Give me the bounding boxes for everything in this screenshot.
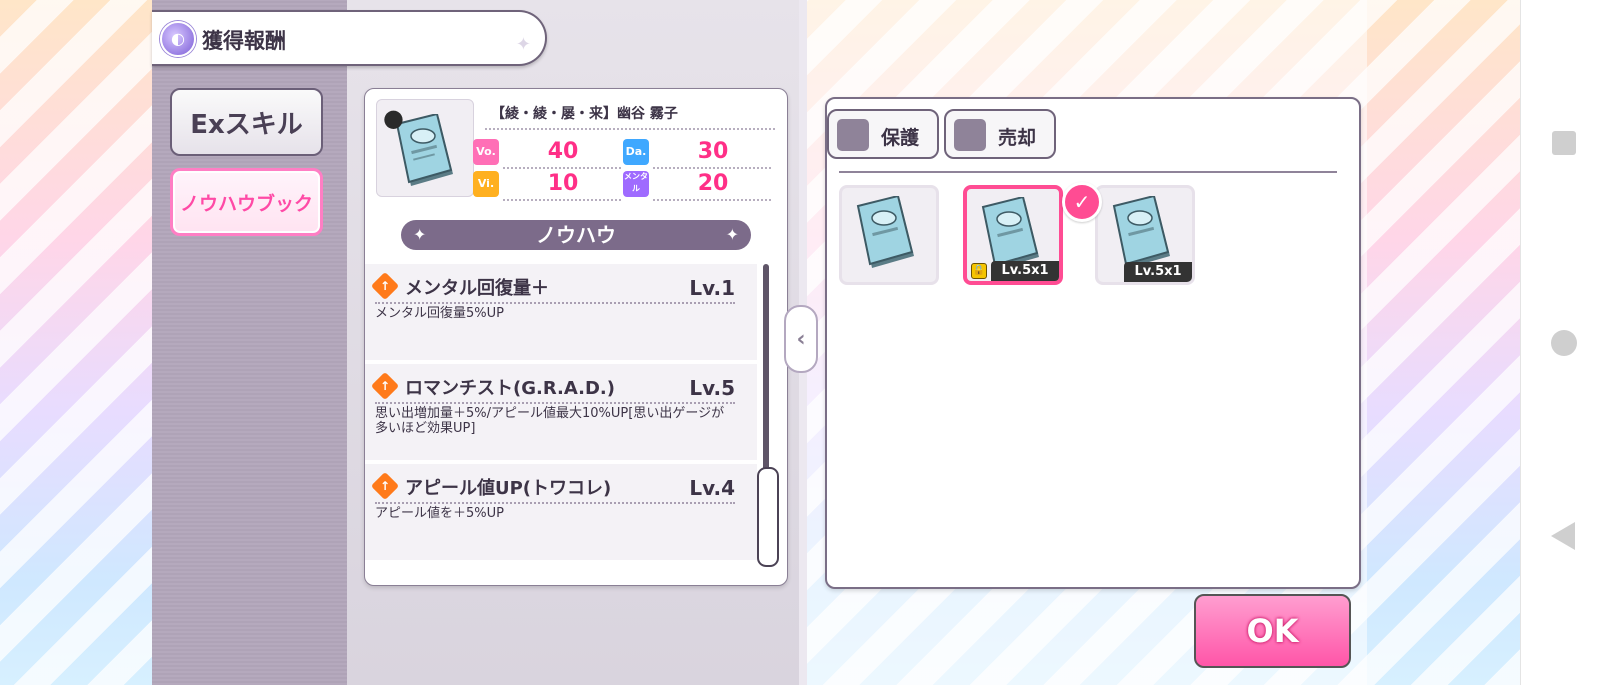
skill-up-icon: ↑ — [370, 371, 400, 401]
sell-filter-button[interactable]: 売却 — [944, 109, 1056, 159]
mental-badge: メンタル — [623, 171, 649, 197]
knowhow-book-thumbnail: ● — [376, 99, 474, 197]
stat-vocal: Vo. 40 — [473, 137, 623, 169]
skill-divider — [375, 402, 735, 404]
knowhow-header-label: ノウハウ — [536, 223, 616, 247]
vocal-value: 40 — [547, 139, 579, 164]
stat-dance: Da. 30 — [623, 137, 773, 169]
skill-description: 思い出増加量＋5%/アピール値最大10%UP[思い出ゲージが多いほど効果UP] — [375, 406, 725, 436]
chevron-left-icon: ‹ — [796, 326, 806, 352]
back-button[interactable] — [1549, 522, 1579, 550]
skill-item: ↑ ロマンチスト(G.R.A.D.) Lv.5 思い出増加量＋5%/アピール値最… — [365, 364, 757, 460]
knowhow-book-icon — [856, 196, 914, 268]
book-selection-panel: 保護 売却 🔒 Lv.5x1 Lv.5x1 — [825, 97, 1361, 589]
book-item[interactable]: 🔒 Lv.5x1 — [963, 185, 1063, 285]
ok-button[interactable]: OK — [1194, 594, 1351, 668]
skill-divider — [375, 302, 735, 304]
detail-card: ● 【綾・綾・屡・来】幽谷 霧子 Vo. 40 Da. 30 Vi. 10 メン… — [364, 88, 788, 586]
stat-underline — [503, 199, 621, 201]
home-button[interactable] — [1549, 328, 1579, 358]
scrollbar-thumb[interactable] — [757, 467, 779, 567]
knowhow-book-icon — [1112, 196, 1170, 268]
skill-head: ↑ アピール値UP(トワコレ) Lv.4 — [370, 471, 735, 501]
sell-label: 売却 — [998, 127, 1037, 149]
visual-badge: Vi. — [473, 171, 499, 197]
knowhow-section-header: ✦ ノウハウ ✦ — [401, 220, 751, 250]
idol-title: 【綾・綾・屡・来】幽谷 霧子 — [491, 106, 678, 122]
dance-badge: Da. — [623, 139, 649, 165]
skill-list[interactable]: ↑ メンタル回復量＋ Lv.1 メンタル回復量5%UP ↑ ロマンチスト(G.R… — [365, 264, 757, 584]
title-bar: ◐ 獲得報酬 ✦ — [152, 10, 547, 66]
skill-head: ↑ メンタル回復量＋ Lv.1 — [370, 271, 735, 301]
skill-head: ↑ ロマンチスト(G.R.A.D.) Lv.5 — [370, 371, 735, 401]
skill-level: Lv.5 — [689, 376, 735, 400]
book-item[interactable]: Lv.5x1 — [1095, 185, 1195, 285]
skill-name: メンタル回復量＋ — [405, 278, 549, 299]
divider-line — [839, 171, 1337, 173]
bomb-icon: ● — [383, 104, 404, 132]
skill-description: メンタル回復量5%UP — [375, 306, 504, 321]
item-level: Lv.5x1 — [1124, 262, 1192, 282]
tab-ex-skill[interactable]: Exスキル — [170, 88, 323, 156]
checkbox[interactable] — [837, 119, 869, 151]
skill-up-icon: ↑ — [370, 271, 400, 301]
skill-item: ↑ メンタル回復量＋ Lv.1 メンタル回復量5%UP — [365, 264, 757, 360]
skill-description: アピール値を＋5%UP — [375, 506, 504, 521]
visual-value: 10 — [547, 171, 579, 196]
circle-icon — [1551, 330, 1577, 356]
skill-level: Lv.1 — [689, 276, 735, 300]
vocal-badge: Vo. — [473, 139, 499, 165]
divider-line — [485, 128, 775, 130]
square-icon — [1552, 131, 1576, 155]
skill-name: ロマンチスト(G.R.A.D.) — [405, 378, 615, 399]
checkbox[interactable] — [954, 119, 986, 151]
recent-apps-button[interactable] — [1549, 128, 1579, 158]
stat-mental: メンタル 20 — [623, 169, 773, 201]
sparkle-icon: ✦ — [725, 225, 739, 244]
android-navbar — [1520, 0, 1600, 685]
stat-visual: Vi. 10 — [473, 169, 623, 201]
tab-knowhow-book[interactable]: ノウハウブック — [170, 168, 323, 236]
mental-value: 20 — [697, 171, 729, 196]
sparkle-icon: ✦ — [515, 34, 531, 55]
sparkle-icon: ✦ — [413, 225, 427, 244]
skill-item: ↑ アピール値UP(トワコレ) Lv.4 アピール値を＋5%UP — [365, 464, 757, 560]
protect-filter-button[interactable]: 保護 — [827, 109, 939, 159]
selected-check-icon: ✓ — [1062, 182, 1102, 222]
lock-icon: 🔒 — [971, 263, 987, 279]
skill-level: Lv.4 — [689, 476, 735, 500]
skill-name: アピール値UP(トワコレ) — [405, 478, 612, 499]
dance-value: 30 — [697, 139, 729, 164]
protect-label: 保護 — [881, 127, 920, 149]
book-item[interactable] — [839, 185, 939, 285]
reward-gem-icon: ◐ — [160, 21, 196, 57]
skill-up-icon: ↑ — [370, 471, 400, 501]
stat-underline — [653, 199, 771, 201]
back-triangle-icon — [1551, 522, 1575, 550]
skill-divider — [375, 502, 735, 504]
collapse-panel-button[interactable]: ‹ — [784, 305, 818, 373]
page-title: 獲得報酬 — [202, 29, 286, 53]
item-level: Lv.5x1 — [991, 261, 1059, 281]
